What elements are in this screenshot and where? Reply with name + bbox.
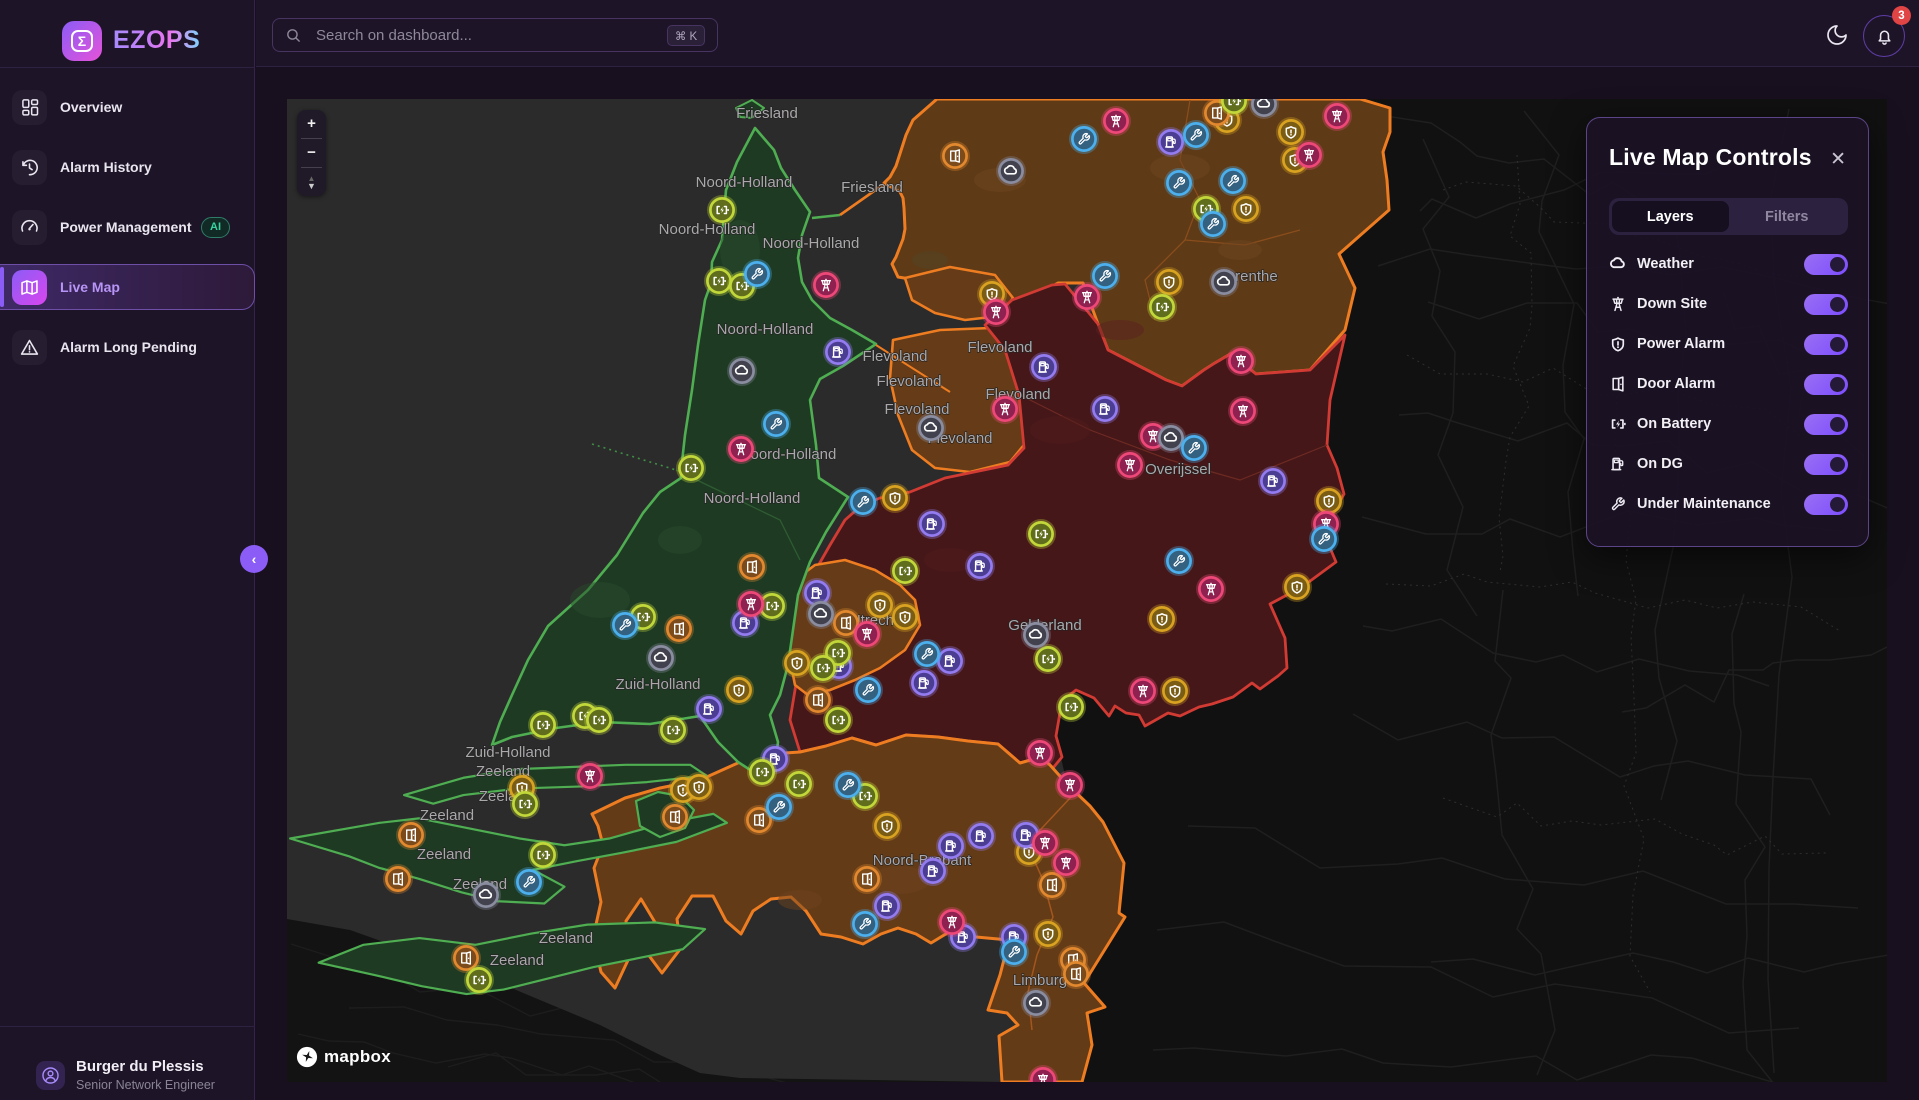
svg-text:Zeeland: Zeeland — [417, 846, 471, 863]
svg-text:Flevoland: Flevoland — [967, 339, 1032, 356]
svg-text:Zuid-Holland: Zuid-Holland — [465, 744, 550, 761]
svg-text:Zeeland: Zeeland — [539, 930, 593, 947]
svg-text:Zuid-Holland: Zuid-Holland — [615, 676, 700, 693]
svg-text:Noord-Holland: Noord-Holland — [696, 174, 793, 191]
svg-text:Flevoland: Flevoland — [876, 373, 941, 390]
svg-text:Overijssel: Overijssel — [1145, 461, 1211, 478]
svg-text:Zeeland: Zeeland — [420, 807, 474, 824]
svg-text:Noord-Holland: Noord-Holland — [659, 221, 756, 238]
svg-text:Friesland: Friesland — [841, 179, 903, 196]
svg-text:Limburg: Limburg — [1013, 972, 1067, 989]
svg-text:Noord-Holland: Noord-Holland — [717, 321, 814, 338]
svg-text:Flevoland: Flevoland — [884, 401, 949, 418]
svg-text:Zeeland: Zeeland — [490, 952, 544, 969]
svg-text:Friesland: Friesland — [736, 105, 798, 122]
svg-text:Noord-Holland: Noord-Holland — [763, 235, 860, 252]
svg-text:Flevoland: Flevoland — [862, 348, 927, 365]
svg-text:Noord-Holland: Noord-Holland — [704, 490, 801, 507]
